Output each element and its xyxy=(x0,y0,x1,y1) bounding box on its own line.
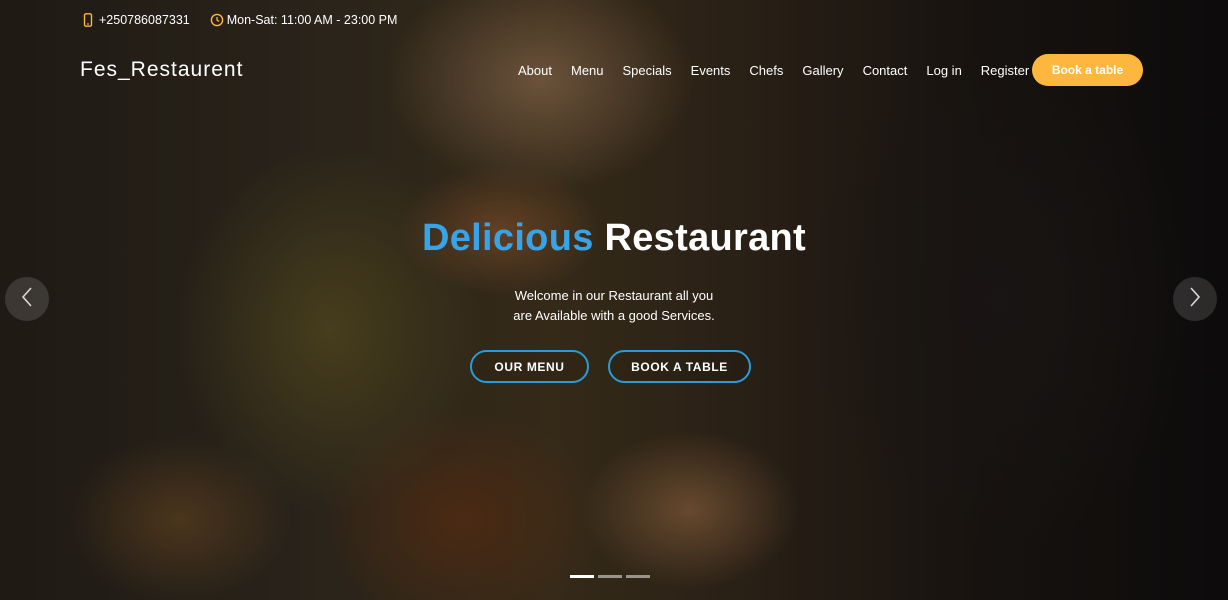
hero-title-rest: Restaurant xyxy=(604,217,806,259)
our-menu-button[interactable]: OUR MENU xyxy=(470,350,589,383)
nav-menu[interactable]: Menu xyxy=(571,63,604,78)
nav-about[interactable]: About xyxy=(518,63,552,78)
nav-contact[interactable]: Contact xyxy=(863,63,908,78)
opening-hours: Mon-Sat: 11:00 AM - 23:00 PM xyxy=(226,13,398,27)
hours-info: Mon-Sat: 11:00 AM - 23:00 PM xyxy=(210,13,398,27)
site-logo[interactable]: Fes_Restaurent xyxy=(80,58,243,82)
phone-number: +250786087331 xyxy=(99,13,190,27)
chevron-left-icon xyxy=(20,286,34,313)
hero-title: Delicious Restaurant xyxy=(0,217,1228,260)
book-table-button[interactable]: Book a table xyxy=(1032,54,1143,86)
hero-subtitle-line2: are Available with a good Services. xyxy=(513,308,715,323)
carousel-next-button[interactable] xyxy=(1173,277,1217,321)
carousel-indicator-2[interactable] xyxy=(598,575,622,578)
clock-icon xyxy=(210,13,224,27)
hero-title-accent: Delicious xyxy=(422,217,594,259)
topbar: +250786087331 Mon-Sat: 11:00 AM - 23:00 … xyxy=(82,11,417,29)
nav-register[interactable]: Register xyxy=(981,63,1029,78)
chevron-right-icon xyxy=(1188,286,1202,313)
hero-subtitle-line1: Welcome in our Restaurant all you xyxy=(514,288,714,303)
carousel-prev-button[interactable] xyxy=(5,277,49,321)
carousel-indicator-1[interactable] xyxy=(570,575,594,578)
nav-chefs[interactable]: Chefs xyxy=(749,63,783,78)
carousel-indicator-3[interactable] xyxy=(626,575,650,578)
carousel-indicators xyxy=(570,575,654,578)
nav-gallery[interactable]: Gallery xyxy=(802,63,843,78)
hero-book-table-button[interactable]: BOOK A TABLE xyxy=(608,350,751,383)
phone-icon xyxy=(82,13,94,27)
nav-specials[interactable]: Specials xyxy=(623,63,672,78)
main-nav: About Menu Specials Events Chefs Gallery… xyxy=(518,60,1048,80)
hero-subtitle: Welcome in our Restaurant all you are Av… xyxy=(0,286,1228,326)
phone-info: +250786087331 xyxy=(82,13,190,27)
nav-events[interactable]: Events xyxy=(691,63,731,78)
nav-login[interactable]: Log in xyxy=(926,63,961,78)
